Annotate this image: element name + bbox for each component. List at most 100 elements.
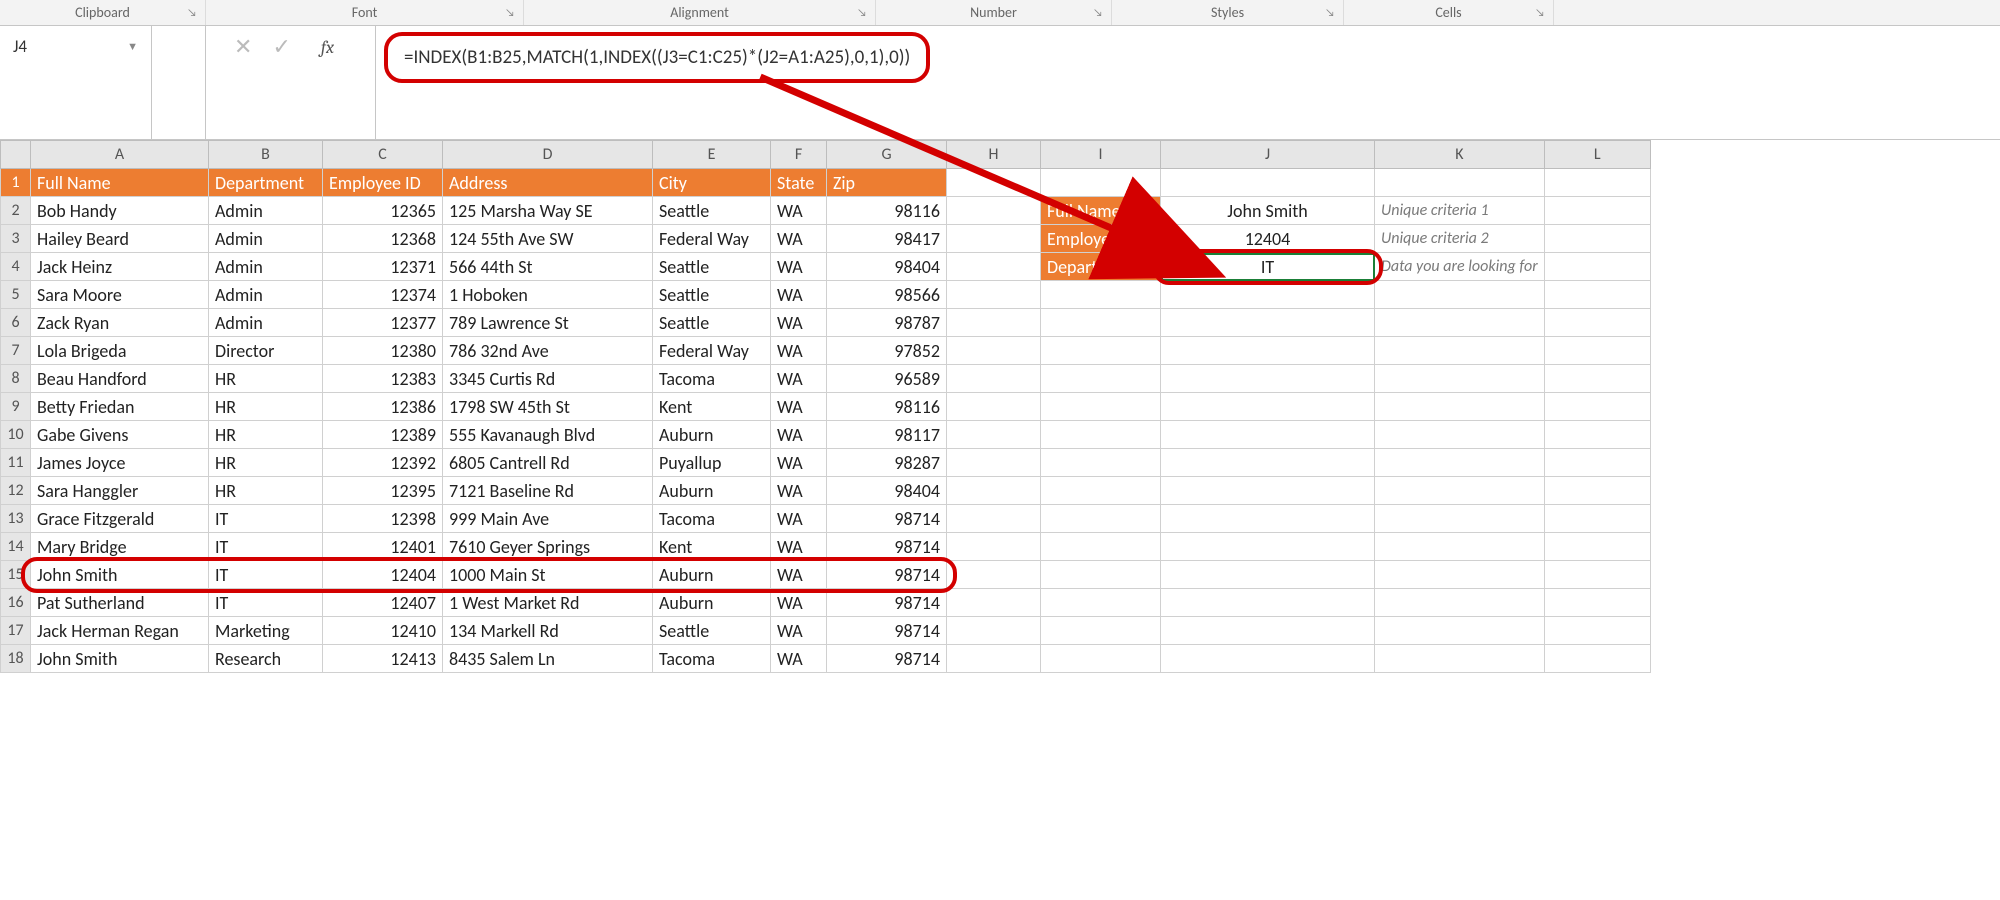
cell-city[interactable]: Auburn — [653, 561, 771, 589]
cell-address[interactable]: 7610 Geyer Springs — [443, 533, 653, 561]
cell-address[interactable]: 1 West Market Rd — [443, 589, 653, 617]
cell-zip[interactable]: 98714 — [827, 617, 947, 645]
cell[interactable] — [1161, 309, 1375, 337]
cell-address[interactable]: 1000 Main St — [443, 561, 653, 589]
cell-zip[interactable]: 98566 — [827, 281, 947, 309]
cell-department[interactable]: IT — [209, 505, 323, 533]
cell-department[interactable]: HR — [209, 365, 323, 393]
cell[interactable] — [947, 645, 1041, 673]
cell-employeeid[interactable]: 12395 — [323, 477, 443, 505]
row-header[interactable]: 15 — [1, 561, 31, 589]
cell[interactable] — [947, 365, 1041, 393]
cell[interactable] — [1375, 477, 1545, 505]
cell-state[interactable]: WA — [771, 253, 827, 281]
cell-fullname[interactable]: Lola Brigeda — [31, 337, 209, 365]
cell[interactable] — [1161, 365, 1375, 393]
cell-department[interactable]: Admin — [209, 225, 323, 253]
cell-city[interactable]: Seattle — [653, 197, 771, 225]
cell[interactable] — [1544, 589, 1650, 617]
lookup-label-fullname[interactable]: Full Name — [1041, 197, 1161, 225]
cell[interactable] — [1375, 169, 1545, 197]
dialog-launcher-icon[interactable]: ↘ — [185, 6, 199, 20]
cell-city[interactable]: Seattle — [653, 253, 771, 281]
cell-employeeid[interactable]: 12383 — [323, 365, 443, 393]
cell[interactable] — [1041, 281, 1161, 309]
cell[interactable] — [1544, 561, 1650, 589]
cell-employeeid[interactable]: 12386 — [323, 393, 443, 421]
cell-zip[interactable]: 98714 — [827, 561, 947, 589]
dialog-launcher-icon[interactable]: ↘ — [1533, 6, 1547, 20]
table-row[interactable]: 15John SmithIT124041000 Main StAuburnWA9… — [1, 561, 1651, 589]
table-header-G[interactable]: Zip — [827, 169, 947, 197]
cell[interactable] — [1161, 393, 1375, 421]
table-row[interactable]: 10Gabe GivensHR12389555 Kavanaugh BlvdAu… — [1, 421, 1651, 449]
column-header-H[interactable]: H — [947, 141, 1041, 169]
cell-employeeid[interactable]: 12410 — [323, 617, 443, 645]
row-header[interactable]: 4 — [1, 253, 31, 281]
cell[interactable] — [947, 449, 1041, 477]
cell-address[interactable]: 555 Kavanaugh Blvd — [443, 421, 653, 449]
dialog-launcher-icon[interactable]: ↘ — [503, 6, 517, 20]
cell[interactable] — [947, 421, 1041, 449]
cell[interactable] — [1375, 421, 1545, 449]
name-box[interactable]: J4 ▼ — [0, 26, 152, 139]
cell[interactable] — [1544, 477, 1650, 505]
cell-city[interactable]: Seattle — [653, 309, 771, 337]
cell-state[interactable]: WA — [771, 561, 827, 589]
cell-state[interactable]: WA — [771, 617, 827, 645]
cell-zip[interactable]: 98404 — [827, 477, 947, 505]
cell-fullname[interactable]: James Joyce — [31, 449, 209, 477]
table-row[interactable]: 4Jack HeinzAdmin12371566 44th StSeattleW… — [1, 253, 1651, 281]
cell-city[interactable]: Tacoma — [653, 645, 771, 673]
cell-department[interactable]: HR — [209, 477, 323, 505]
cell-department[interactable]: Admin — [209, 197, 323, 225]
column-header-G[interactable]: G — [827, 141, 947, 169]
cell-address[interactable]: 1798 SW 45th St — [443, 393, 653, 421]
column-header-D[interactable]: D — [443, 141, 653, 169]
cell[interactable] — [1544, 253, 1650, 281]
cell[interactable] — [1375, 393, 1545, 421]
cell-employeeid[interactable]: 12404 — [323, 561, 443, 589]
cell[interactable] — [1041, 645, 1161, 673]
cell[interactable] — [1161, 449, 1375, 477]
cell-fullname[interactable]: Sara Hanggler — [31, 477, 209, 505]
row-header[interactable]: 12 — [1, 477, 31, 505]
cell-city[interactable]: Auburn — [653, 477, 771, 505]
cell-employeeid[interactable]: 12392 — [323, 449, 443, 477]
cell[interactable] — [1375, 589, 1545, 617]
cell[interactable] — [947, 309, 1041, 337]
cell-address[interactable]: 125 Marsha Way SE — [443, 197, 653, 225]
cell-address[interactable]: 124 55th Ave SW — [443, 225, 653, 253]
cell[interactable] — [1041, 449, 1161, 477]
table-row[interactable]: 6Zack RyanAdmin12377789 Lawrence StSeatt… — [1, 309, 1651, 337]
cell-city[interactable]: Tacoma — [653, 365, 771, 393]
cell[interactable] — [947, 197, 1041, 225]
lookup-note[interactable]: Data you are looking for — [1375, 253, 1545, 281]
table-row[interactable]: 2Bob HandyAdmin12365125 Marsha Way SESea… — [1, 197, 1651, 225]
cell-department[interactable]: IT — [209, 589, 323, 617]
cell-zip[interactable]: 98287 — [827, 449, 947, 477]
formula-input[interactable]: =INDEX(B1:B25,MATCH(1,INDEX((J3=C1:C25)*… — [376, 26, 2000, 139]
table-header-F[interactable]: State — [771, 169, 827, 197]
cell[interactable] — [1161, 505, 1375, 533]
cell-employeeid[interactable]: 12398 — [323, 505, 443, 533]
cell-department[interactable]: Marketing — [209, 617, 323, 645]
lookup-value-fullname[interactable]: John Smith — [1161, 197, 1375, 225]
cell-address[interactable]: 789 Lawrence St — [443, 309, 653, 337]
cell-state[interactable]: WA — [771, 337, 827, 365]
table-row[interactable]: 7Lola BrigedaDirector12380786 32nd AveFe… — [1, 337, 1651, 365]
cell[interactable] — [947, 253, 1041, 281]
cell-state[interactable]: WA — [771, 309, 827, 337]
cell-address[interactable]: 3345 Curtis Rd — [443, 365, 653, 393]
cell-address[interactable]: 134 Markell Rd — [443, 617, 653, 645]
cell[interactable] — [1041, 337, 1161, 365]
cell-fullname[interactable]: Sara Moore — [31, 281, 209, 309]
cell-fullname[interactable]: Pat Sutherland — [31, 589, 209, 617]
cell-zip[interactable]: 98714 — [827, 505, 947, 533]
cell[interactable] — [947, 589, 1041, 617]
cell[interactable] — [1375, 281, 1545, 309]
cell-state[interactable]: WA — [771, 505, 827, 533]
cell[interactable] — [947, 533, 1041, 561]
cell[interactable] — [1041, 505, 1161, 533]
column-header-K[interactable]: K — [1375, 141, 1545, 169]
